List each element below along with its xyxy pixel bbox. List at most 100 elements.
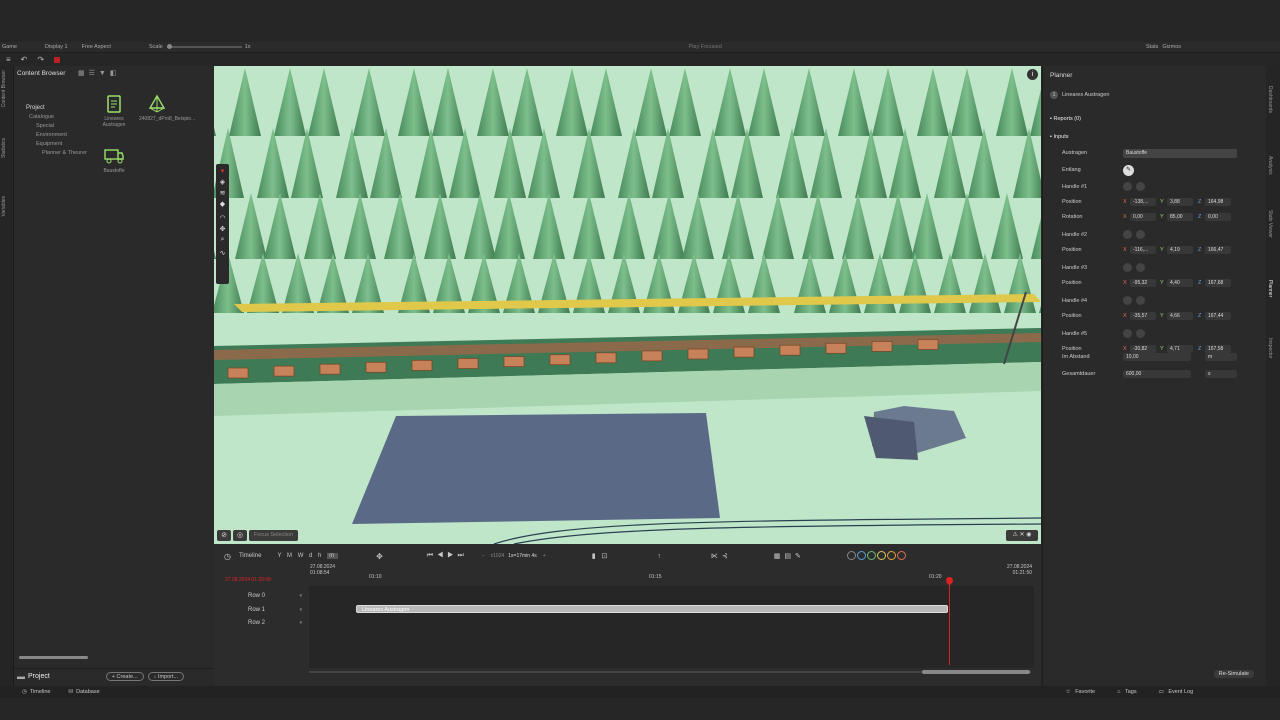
- abstand-input[interactable]: 10,00: [1123, 353, 1191, 361]
- aspect-select[interactable]: Free Aspect: [82, 44, 111, 50]
- handle-z-input[interactable]: 164,98: [1205, 198, 1231, 206]
- handle-y-input[interactable]: 4,19: [1167, 246, 1193, 254]
- handle-toggle-icons[interactable]: [1123, 263, 1153, 273]
- playhead-handle[interactable]: [944, 575, 955, 586]
- handle-x-input[interactable]: -95,32: [1130, 279, 1156, 287]
- stats-toggle[interactable]: Stats: [1146, 44, 1159, 50]
- import-button[interactable]: ↓ Import...: [147, 672, 185, 681]
- create-button[interactable]: + Create...: [105, 672, 144, 681]
- handle-x-input[interactable]: -138,...: [1130, 198, 1156, 206]
- handle-header[interactable]: Handle #5: [1062, 331, 1087, 337]
- resimulate-button[interactable]: Re-Simulate: [1213, 670, 1254, 678]
- tree-equipment[interactable]: Equipment: [26, 140, 87, 149]
- tree-catalogue[interactable]: Catalogue: [26, 113, 87, 122]
- speed-down[interactable]: –: [482, 553, 485, 559]
- focus-icon[interactable]: ◎: [233, 530, 247, 541]
- inputs-section[interactable]: ▪ Inputs: [1050, 134, 1068, 140]
- tree-project[interactable]: Project: [26, 104, 87, 113]
- content-scrollbar[interactable]: [19, 656, 88, 659]
- handle-x-input[interactable]: 0,00: [1130, 213, 1156, 221]
- lock-icon[interactable]: ⊡: [602, 552, 608, 560]
- dauer-input[interactable]: 600,00: [1123, 370, 1191, 378]
- timeline-clip[interactable]: Lineares Austragen: [356, 605, 948, 613]
- tree-special[interactable]: Special: [26, 122, 87, 131]
- color-filter-circle[interactable]: [896, 550, 906, 560]
- favorite-status-tab[interactable]: ☆ Favorite: [1066, 689, 1095, 695]
- game-mode-select[interactable]: Game: [2, 44, 17, 50]
- scale-slider[interactable]: [166, 44, 242, 49]
- timeline-scrollbar[interactable]: [309, 670, 1031, 674]
- handle-z-input[interactable]: 167,44: [1205, 312, 1231, 320]
- pencil-icon[interactable]: ✎: [795, 552, 801, 560]
- asset-lineares-austragen[interactable]: Lineares Austragen: [99, 94, 129, 128]
- clipboard-icon[interactable]: ▮: [592, 552, 596, 560]
- playhead[interactable]: [949, 580, 950, 665]
- handle-toggle-icons[interactable]: [1123, 329, 1153, 339]
- calendar-icon[interactable]: ▦: [774, 552, 781, 560]
- speed-up[interactable]: +: [543, 553, 546, 559]
- layers-icon[interactable]: ◈: [216, 178, 229, 186]
- time-scale-selector[interactable]: Y M W d h m: [277, 553, 339, 559]
- scale-m[interactable]: M: [287, 553, 294, 559]
- tab-variables[interactable]: Variables: [1, 196, 7, 216]
- path-icon[interactable]: ∿: [216, 249, 229, 257]
- tab-dashboards[interactable]: Dashboards: [1267, 86, 1273, 113]
- asset-baustoffe[interactable]: Baustoffe: [99, 146, 129, 174]
- marker-icon[interactable]: ↑: [657, 553, 661, 560]
- asset-mesh[interactable]: 240827_dPro8_Beispie...: [139, 94, 195, 122]
- austragen-select[interactable]: Baustoffe: [1123, 149, 1237, 158]
- reports-section[interactable]: ▪ Reports (0): [1050, 116, 1081, 122]
- undo-icon[interactable]: ↶: [21, 55, 28, 64]
- handle-x-input[interactable]: -35,57: [1130, 312, 1156, 320]
- scale-d[interactable]: d: [309, 553, 314, 559]
- move-icon[interactable]: ✥: [216, 225, 229, 233]
- handle-y-input[interactable]: 4,40: [1167, 279, 1193, 287]
- color-filter-circle[interactable]: [846, 550, 856, 560]
- gizmos-toggle[interactable]: Gizmos: [1162, 44, 1181, 50]
- tab-statistics[interactable]: Statistics: [1, 138, 7, 158]
- color-filter-circle[interactable]: [866, 550, 876, 560]
- cube-icon[interactable]: ◆: [216, 200, 229, 208]
- handle-header[interactable]: Handle #2: [1062, 232, 1087, 238]
- scale-y[interactable]: Y: [277, 553, 283, 559]
- handle-z-input[interactable]: 166,47: [1205, 246, 1231, 254]
- color-filter-circle[interactable]: [886, 550, 896, 560]
- color-filter-circle[interactable]: [856, 550, 866, 560]
- handle-toggle-icons[interactable]: [1123, 182, 1153, 192]
- share-icon[interactable]: ⋉: [711, 552, 718, 560]
- dauer-unit-select[interactable]: s: [1205, 370, 1237, 378]
- display-select[interactable]: Display 1: [45, 44, 68, 50]
- tab-analysis[interactable]: Analysis: [1267, 156, 1273, 175]
- view-options-icon[interactable]: ▦☰▼◧: [78, 69, 120, 77]
- split-icon[interactable]: ⊰: [722, 552, 728, 560]
- handle-header[interactable]: Handle #3: [1062, 265, 1087, 271]
- pencil-icon[interactable]: ✎: [1123, 165, 1134, 176]
- scale-w[interactable]: W: [298, 553, 306, 559]
- orbit-icon[interactable]: ◠: [216, 214, 229, 222]
- handle-header[interactable]: Handle #1: [1062, 184, 1087, 190]
- menu-icon[interactable]: ≡: [6, 55, 11, 64]
- handle-z-input[interactable]: 0,00: [1205, 213, 1231, 221]
- calendar-range-icon[interactable]: ▤: [784, 552, 791, 560]
- focus-selection-button[interactable]: Focus Selection: [249, 530, 299, 541]
- playback-controls[interactable]: ⏮◀▶⏭: [427, 552, 468, 560]
- tool-marker-icon[interactable]: ▾: [216, 167, 229, 175]
- tab-planner[interactable]: Planner: [1267, 280, 1273, 297]
- redo-icon[interactable]: ↷: [37, 55, 44, 64]
- handle-header[interactable]: Handle #4: [1062, 298, 1087, 304]
- tab-inspector[interactable]: Inspector: [1267, 338, 1273, 359]
- info-icon[interactable]: i: [1027, 69, 1038, 80]
- play-focused-select[interactable]: Play Focused: [689, 44, 722, 50]
- tags-status-tab[interactable]: ⌂ Tags: [1117, 689, 1137, 695]
- handle-z-input[interactable]: 167,58: [1205, 345, 1231, 353]
- planner-item[interactable]: 1 Lineares Austragen: [1050, 91, 1109, 99]
- database-status-tab[interactable]: ⛁ Database: [68, 689, 99, 695]
- warnings-icon[interactable]: ⚠ ✕ ◉: [1006, 530, 1038, 541]
- handle-y-input[interactable]: 85,00: [1167, 213, 1193, 221]
- handle-x-input[interactable]: -116,...: [1130, 246, 1156, 254]
- scale-min[interactable]: m: [327, 553, 339, 559]
- scale-h[interactable]: h: [318, 553, 323, 559]
- scene-viewport[interactable]: ▾ ◈ ≋ ◆ ◠ ✥ ⌕ ∿ i ⊘ ◎ Focus Selection ⚠ …: [214, 66, 1041, 544]
- color-filter-circles[interactable]: [846, 550, 907, 562]
- tab-stats-viewer[interactable]: Stats Viewer: [1267, 210, 1273, 238]
